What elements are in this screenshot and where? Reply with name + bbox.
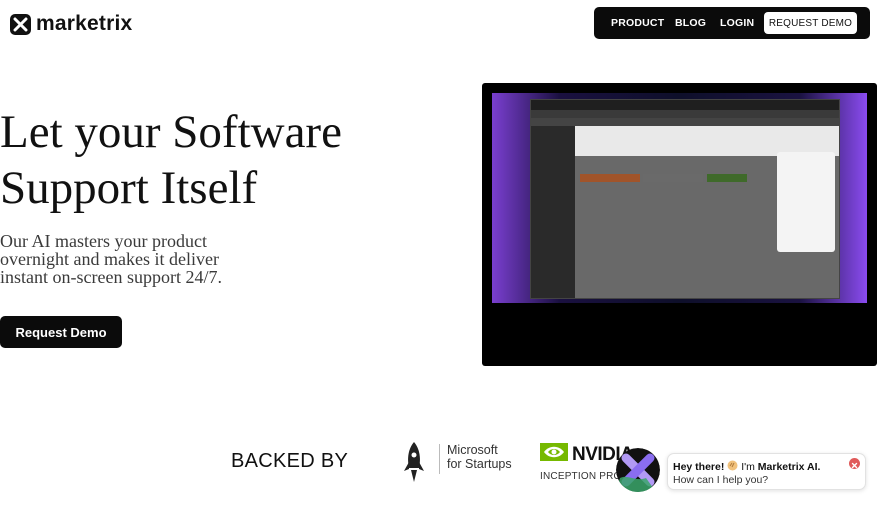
chat-greeting-rest: I'm [741,461,758,473]
product-demo-video[interactable] [482,83,877,366]
bar-segment [643,174,703,182]
x-logo-icon [10,13,31,35]
microsoft-line2: for Startups [447,457,512,471]
microsoft-startups-logo: Microsoft for Startups [401,440,512,489]
app-main [575,126,839,298]
nav-blog[interactable]: BLOG [675,17,706,29]
hero-subtitle: Our AI masters your product overnight an… [0,232,280,286]
request-demo-button[interactable]: Request Demo [0,316,122,348]
brand-name: marketrix [36,12,133,35]
nav-request-demo-button[interactable]: REQUEST DEMO [764,12,857,34]
hero-headline: Let your Software Support Itself [0,104,342,216]
hero-subtitle-line: instant on-screen support 24/7. [0,267,222,287]
brand-logo[interactable]: marketrix [10,12,132,36]
app-sidebar [531,126,575,298]
nav-product[interactable]: PRODUCT [611,17,664,29]
chat-greeting-bubble[interactable]: Hey there! I'm Marketrix AI. How can I h… [667,453,866,490]
close-icon[interactable] [849,458,860,469]
bar-segment [707,174,747,182]
nvidia-eye-icon [540,443,568,466]
browser-url-bar [531,110,839,118]
hero-headline-line: Let your Software [0,106,342,158]
top-nav: PRODUCT BLOG LOGIN REQUEST DEMO [594,7,870,39]
chat-question: How can I help you? [673,474,769,486]
chat-greeting: Hey there! I'm Marketrix AI. [673,460,820,473]
logo-divider [439,444,440,474]
backed-by-heading: BACKED BY [231,450,349,472]
rocket-icon [401,440,427,489]
hero-subtitle-line: overnight and makes it deliver [0,249,219,269]
browser-banner [531,118,839,126]
waving-hand-icon [727,460,741,473]
chat-greeting-bold: Hey there! [673,461,725,473]
ai-chat-panel [777,152,835,252]
microsoft-text: Microsoft for Startups [447,443,512,471]
hero-subtitle-line: Our AI masters your product [0,231,207,251]
microsoft-line1: Microsoft [447,443,498,457]
nav-login[interactable]: LOGIN [720,17,754,29]
chat-brand: Marketrix AI. [757,461,821,473]
app-body [531,126,839,298]
product-demo-screenshot [530,99,840,299]
hero-headline-line: Support Itself [0,162,258,214]
browser-tabs [531,100,839,110]
bar-segment [580,174,640,182]
chat-launcher-avatar[interactable] [616,448,660,492]
